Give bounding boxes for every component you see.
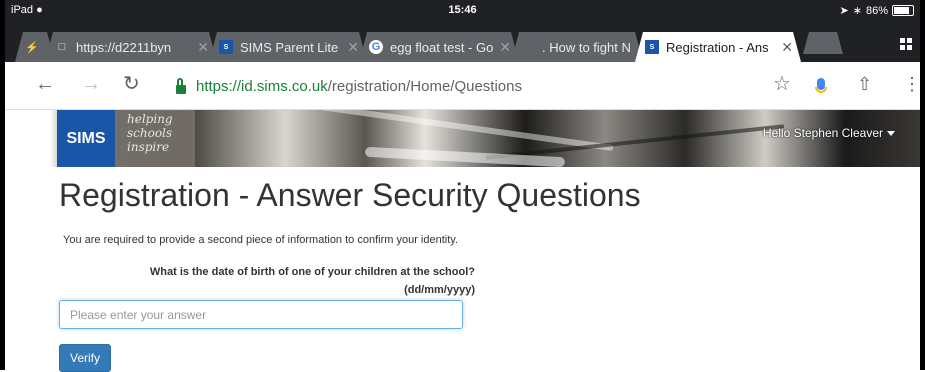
url-path: /registration/Home/Questions (327, 77, 522, 95)
share-icon[interactable]: ⇧ (857, 74, 872, 94)
tab-switcher-icon[interactable] (900, 38, 912, 50)
address-bar[interactable]: https://id.sims.co.uk/registration/Home/… (148, 70, 778, 102)
tagline-line: schools (127, 126, 173, 140)
close-tab-icon[interactable]: ✕ (499, 39, 511, 56)
verify-button[interactable]: Verify (59, 344, 111, 372)
close-tab-icon[interactable]: ✕ (781, 39, 793, 56)
sims-icon: S (219, 40, 233, 54)
forward-icon[interactable]: → (81, 74, 101, 94)
url-scheme: https:// (196, 77, 242, 95)
close-tab-icon[interactable]: ✕ (347, 39, 359, 56)
page-icon: □ (58, 41, 66, 53)
banner-decoration (485, 124, 785, 160)
tab-title: Registration - Ans (666, 39, 769, 55)
browser-toolbar: ← → ↻ https://id.sims.co.uk/registration… (5, 62, 921, 110)
lock-icon (176, 77, 186, 94)
tab-egg-float-test[interactable]: G egg float test - Go ✕ (359, 32, 519, 62)
tab-sims-parent-lite[interactable]: S SIMS Parent Lite - ✕ (209, 32, 367, 62)
question-text: What is the date of birth of one of your… (149, 266, 475, 278)
user-menu[interactable]: Hello Stephen Cleaver (763, 126, 895, 140)
tab-title: . How to fight N (542, 39, 631, 55)
tagline-line: helping (127, 112, 173, 126)
sims-icon: S (645, 40, 659, 54)
back-icon[interactable]: ← (35, 74, 55, 94)
intro-text: You are required to provide a second pie… (63, 234, 459, 246)
tab-title: egg float test - Go (390, 39, 494, 55)
tab-strip: ⚡ □ https://d2211byn ✕ S SIMS Parent Lit… (5, 20, 920, 62)
microphone-icon[interactable] (815, 78, 827, 93)
url-host: id.sims.co.uk (241, 77, 328, 95)
banner-decoration (256, 110, 614, 152)
sims-logo[interactable]: SIMS (57, 110, 115, 167)
tab-title: https://d2211byn (76, 39, 172, 55)
tab-title: SIMS Parent Lite - (240, 39, 342, 55)
bookmark-star-icon[interactable]: ☆ (773, 74, 791, 94)
close-tab-icon[interactable]: ✕ (197, 39, 209, 56)
bluetooth-icon: ∗ (852, 5, 862, 17)
reload-icon[interactable]: ↻ (123, 74, 140, 94)
tab-d2211byn[interactable]: □ https://d2211byn ✕ (45, 32, 217, 62)
tagline-line: inspire (127, 140, 170, 154)
date-format-hint: (dd/mm/yyyy) (404, 284, 475, 296)
google-icon: G (369, 40, 383, 54)
flash-icon: ⚡ (25, 41, 39, 54)
more-menu-icon[interactable]: ⋮ (903, 74, 921, 94)
battery-percent: 86% (865, 4, 888, 17)
sims-tagline: helping schools inspire (115, 110, 195, 167)
blank-icon (521, 40, 535, 54)
status-bar: iPad ● 15:46 ➤ ∗ 86% (5, 0, 920, 20)
battery-icon (892, 5, 914, 16)
location-icon: ➤ (839, 5, 849, 17)
answer-input[interactable] (59, 300, 463, 329)
status-time: 15:46 (448, 4, 477, 16)
tab-how-to-fight[interactable]: . How to fight N (511, 32, 643, 62)
security-question-label: What is the date of birth of one of your… (63, 263, 475, 299)
new-tab-button[interactable] (803, 32, 843, 54)
caret-down-icon (887, 130, 895, 136)
status-right: ➤ ∗ 86% (840, 4, 914, 17)
tab-registration[interactable]: S Registration - Ans ✕ (635, 32, 801, 62)
page-content: Registration - Answer Security Questions… (5, 167, 920, 372)
page-title: Registration - Answer Security Questions (59, 177, 641, 213)
user-greeting: Hello Stephen Cleaver (762, 126, 883, 140)
site-banner: SIMS helping schools inspire Hello Steph… (5, 110, 920, 167)
